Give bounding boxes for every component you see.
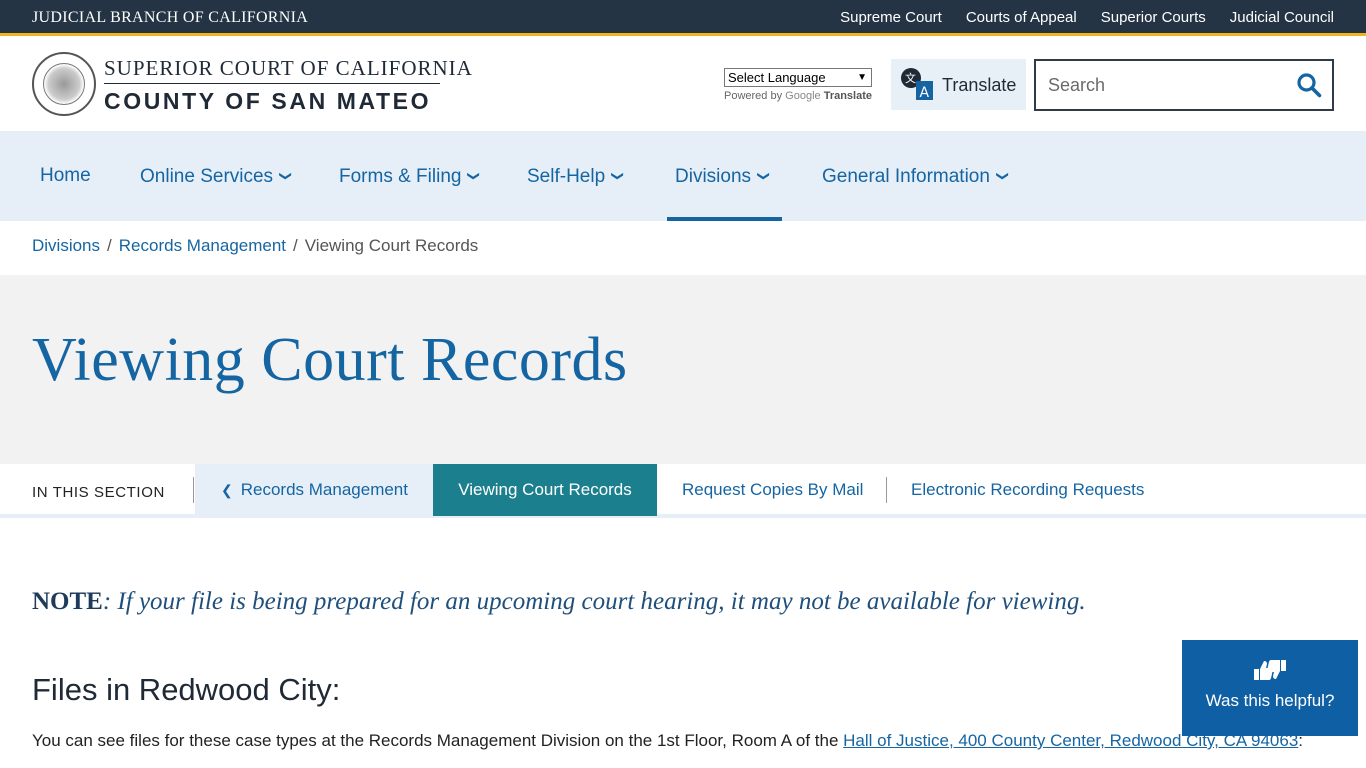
chevron-down-icon: ▼ <box>857 72 867 83</box>
thumbs-up-down-icon <box>1254 660 1286 680</box>
section-link-request-copies[interactable]: Request Copies By Mail <box>682 464 863 516</box>
search-input[interactable] <box>1048 73 1278 97</box>
section-navigation: IN THIS SECTION ❮ Records Management View… <box>0 464 1366 518</box>
section-nav-label: IN THIS SECTION <box>32 484 165 501</box>
supreme-court-link[interactable]: Supreme Court <box>840 9 942 26</box>
nav-online-services[interactable]: Online Services ❯ <box>140 131 293 221</box>
top-utility-bar: JUDICIAL BRANCH OF CALIFORNIA Supreme Co… <box>0 0 1366 36</box>
breadcrumb: Divisions / Records Management / Viewing Cou… <box>32 236 478 256</box>
top-links: Supreme Court Courts of Appeal Superior … <box>840 9 1334 26</box>
language-select[interactable]: Select Language ▼ <box>724 68 872 87</box>
superior-courts-link[interactable]: Superior Courts <box>1101 9 1206 26</box>
translate-label: Translate <box>942 75 1017 95</box>
search-icon[interactable] <box>1296 72 1322 98</box>
site-header: SUPERIOR COURT OF CALIFORNIA COUNTY OF S… <box>0 39 1366 131</box>
chevron-down-icon: ❯ <box>995 170 1010 182</box>
chevron-down-icon: ❯ <box>757 170 772 182</box>
para-text-start: You can see files for these case types a… <box>32 731 657 750</box>
seal-emblem <box>43 63 85 105</box>
nav-general-information[interactable]: General Information ❯ <box>822 131 1010 221</box>
svg-text:文: 文 <box>905 71 916 85</box>
judicial-branch-link[interactable]: JUDICIAL BRANCH OF CALIFORNIA <box>32 9 308 27</box>
para-bold-location: 1st Floor, Room A <box>656 731 792 750</box>
powered-by-text: Powered by <box>724 90 783 102</box>
logo-title[interactable]: SUPERIOR COURT OF CALIFORNIA <box>104 56 473 81</box>
logo-subtitle[interactable]: COUNTY OF SAN MATEO <box>104 88 431 115</box>
language-select-value: Select Language <box>728 70 826 85</box>
section-divider <box>886 477 887 503</box>
translate-word: Translate <box>823 90 873 102</box>
chevron-down-icon: ❯ <box>279 170 294 182</box>
translate-button[interactable]: 文 A Translate <box>891 59 1026 110</box>
svg-text:A: A <box>920 85 930 101</box>
search-box <box>1034 59 1334 111</box>
nav-home-label: Home <box>40 165 91 186</box>
section-divider <box>193 477 194 503</box>
para-text-mid: of the <box>791 731 844 750</box>
nav-forms-filing[interactable]: Forms & Filing ❯ <box>339 131 482 221</box>
page-hero: Viewing Court Records <box>0 275 1366 464</box>
files-heading: Files in Redwood City: <box>32 672 341 707</box>
nav-home[interactable]: Home <box>40 131 91 221</box>
breadcrumb-current: Viewing Court Records <box>304 236 479 255</box>
court-seal-logo[interactable] <box>32 52 96 116</box>
powered-by-google: Powered by Google Translate <box>724 90 872 102</box>
breadcrumb-separator: / <box>293 236 298 255</box>
chevron-down-icon: ❯ <box>467 170 482 182</box>
breadcrumb-divisions[interactable]: Divisions <box>32 236 100 255</box>
note-label: NOTE <box>32 588 103 615</box>
breadcrumb-separator: / <box>107 236 112 255</box>
judicial-council-link[interactable]: Judicial Council <box>1230 9 1334 26</box>
note-text: : If your file is being prepared for an … <box>102 588 1086 615</box>
files-paragraph: You can see files for these case types a… <box>32 731 1303 751</box>
chevron-left-icon: ❮ <box>221 482 233 498</box>
nav-self-help[interactable]: Self-Help ❯ <box>527 131 625 221</box>
logo-divider <box>104 83 440 84</box>
feedback-widget[interactable]: Was this helpful? <box>1182 640 1358 736</box>
section-active-tab[interactable]: Viewing Court Records <box>433 464 657 516</box>
google-wordmark: Google <box>785 90 821 102</box>
breadcrumb-records-management[interactable]: Records Management <box>119 236 286 255</box>
feedback-label: Was this helpful? <box>1205 691 1335 710</box>
section-parent-label: Records Management <box>240 480 408 499</box>
chevron-down-icon: ❯ <box>611 170 626 182</box>
nav-divisions[interactable]: Divisions ❯ <box>667 131 782 221</box>
section-parent-link[interactable]: ❮ Records Management <box>195 464 433 516</box>
note-callout: NOTE: If your file is being prepared for… <box>32 588 1086 616</box>
courts-of-appeal-link[interactable]: Courts of Appeal <box>966 9 1077 26</box>
page-title: Viewing Court Records <box>32 326 628 394</box>
translate-icon: 文 A <box>901 68 933 101</box>
section-link-electronic-recording[interactable]: Electronic Recording Requests <box>911 464 1144 516</box>
main-navigation: Home Online Services ❯ Forms & Filing ❯ Se… <box>0 131 1366 221</box>
